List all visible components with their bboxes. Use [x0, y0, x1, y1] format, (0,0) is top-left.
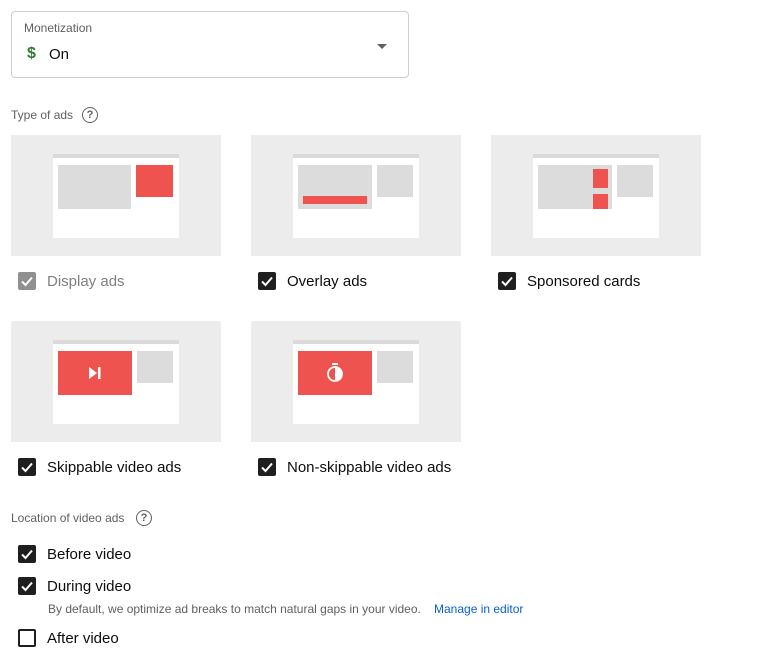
- sponsored-cards-checkbox[interactable]: Sponsored cards: [498, 272, 640, 290]
- sponsored-cards-illustration: [491, 135, 701, 256]
- monetization-value: On: [49, 46, 70, 63]
- checkbox-checked-icon: [258, 272, 276, 290]
- before-video-checkbox[interactable]: Before video: [18, 545, 131, 563]
- before-video-label: Before video: [47, 545, 132, 563]
- non-skippable-video-ads-label: Non-skippable video ads: [287, 458, 452, 476]
- type-of-ads-title: Type of ads: [11, 108, 74, 122]
- sponsored-cards-label: Sponsored cards: [527, 272, 641, 290]
- checkbox-unchecked-icon: [18, 629, 36, 647]
- timer-icon: [327, 363, 343, 382]
- monetization-dropdown[interactable]: Monetization $ On: [11, 11, 409, 78]
- checkbox-checked-icon: [18, 458, 36, 476]
- skip-icon: [89, 367, 101, 379]
- after-video-label: After video: [47, 629, 119, 647]
- during-video-label: During video: [47, 577, 132, 595]
- display-ads-label: Display ads: [47, 272, 125, 290]
- help-icon[interactable]: ?: [82, 107, 98, 123]
- checkbox-checked-icon: [18, 545, 36, 563]
- display-ads-illustration: [11, 135, 221, 256]
- help-icon[interactable]: ?: [136, 510, 152, 526]
- checkbox-checked-icon: [18, 577, 36, 595]
- monetization-label: Monetization: [24, 21, 93, 35]
- skippable-video-ads-illustration: [11, 321, 221, 442]
- overlay-ads-label: Overlay ads: [287, 272, 368, 290]
- non-skippable-video-ads-checkbox[interactable]: Non-skippable video ads: [258, 458, 451, 476]
- overlay-ads-checkbox[interactable]: Overlay ads: [258, 272, 367, 290]
- location-of-video-ads-title: Location of video ads: [11, 511, 125, 525]
- skippable-video-ads-label: Skippable video ads: [47, 458, 182, 476]
- checkbox-checked-icon: [18, 272, 36, 290]
- checkbox-checked-icon: [498, 272, 516, 290]
- display-ads-checkbox[interactable]: Display ads: [18, 272, 125, 290]
- non-skippable-video-ads-illustration: [251, 321, 461, 442]
- manage-in-editor-link[interactable]: Manage in editor: [434, 602, 523, 616]
- caret-down-icon: [377, 44, 387, 49]
- checkbox-checked-icon: [258, 458, 276, 476]
- after-video-checkbox[interactable]: After video: [18, 629, 119, 647]
- during-video-note: By default, we optimize ad breaks to mat…: [48, 602, 421, 616]
- overlay-ads-illustration: [251, 135, 461, 256]
- during-video-checkbox[interactable]: During video: [18, 577, 131, 595]
- dollar-icon: $: [27, 45, 36, 62]
- skippable-video-ads-checkbox[interactable]: Skippable video ads: [18, 458, 181, 476]
